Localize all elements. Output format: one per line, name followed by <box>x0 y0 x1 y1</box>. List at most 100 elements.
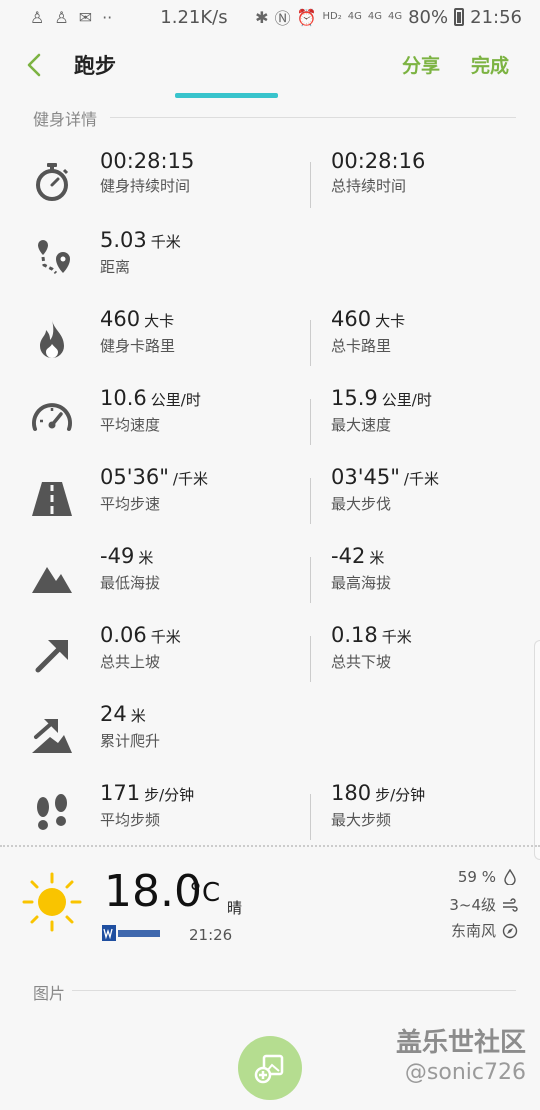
metric-label: 总持续时间 <box>331 177 407 195</box>
page-title: 跑步 <box>74 54 116 78</box>
road-icon <box>32 482 72 516</box>
metric-value: 03'45" <box>331 465 400 489</box>
metric-label: 累计爬升 <box>100 732 161 750</box>
metric-row-pace: 05'36"/千米 平均步速 03'45"/千米 最大步伐 <box>0 464 540 543</box>
wind-level-value: 3~4级 <box>449 896 496 914</box>
nfc-icon: Ⓝ <box>274 9 291 28</box>
column-divider <box>310 399 311 445</box>
metric-value: 15.9 <box>331 386 378 410</box>
metric-row-distance: 5.03 千米 距离 <box>0 227 540 306</box>
app-bar: 跑步 分享 完成 <box>0 34 540 96</box>
metric-label: 最大速度 <box>331 416 392 434</box>
metric-unit: 千米 <box>150 628 181 646</box>
running-notification-icon: ♙ <box>30 7 45 27</box>
metric-value: 460 <box>100 307 141 331</box>
network-type-1: 4G <box>347 11 362 22</box>
metric-row-calories: 460 大卡 健身卡路里 460 大卡 总卡路里 <box>0 306 540 385</box>
metric-label: 总共上坡 <box>100 653 161 671</box>
back-arrow-icon[interactable] <box>22 52 48 78</box>
metric-unit: 公里/时 <box>150 391 201 409</box>
metric-value: 05'36" <box>100 465 169 489</box>
metric-label: 平均步频 <box>100 811 161 829</box>
metric-label: 平均步速 <box>100 495 161 513</box>
section-divider <box>110 117 516 118</box>
droplet-icon <box>504 869 516 885</box>
metric-value: 460 <box>331 307 372 331</box>
section-title-pictures: 图片 <box>33 984 66 1003</box>
metric-unit: 千米 <box>381 628 412 646</box>
metric-value: 5.03 <box>100 228 147 252</box>
column-divider <box>310 636 311 682</box>
section-divider <box>72 990 516 991</box>
wind-direction-value: 东南风 <box>450 922 496 940</box>
climb-icon <box>32 719 72 753</box>
metric-label: 平均速度 <box>100 416 161 434</box>
share-button[interactable]: 分享 <box>402 51 440 78</box>
column-divider <box>310 478 311 524</box>
tab-indicator <box>175 93 278 98</box>
metric-value: -42 <box>331 544 366 568</box>
metric-label: 健身卡路里 <box>100 337 176 355</box>
more-notifications-icon: ·· <box>102 7 113 27</box>
metric-label: 最大步伐 <box>331 495 392 513</box>
metric-row-altitude: -49 米 最低海拔 -42 米 最高海拔 <box>0 543 540 622</box>
weathernews-logo <box>102 925 160 941</box>
speedometer-icon <box>32 403 72 431</box>
wind-icon <box>503 897 518 912</box>
metric-unit: 大卡 <box>144 312 175 330</box>
metric-unit: 米 <box>138 549 154 567</box>
status-bar: ♙ ♙ ✉ ·· 1.21K/s ✱ Ⓝ ⏰ HD₂ 4G 4G 4G 80% … <box>0 0 540 34</box>
metric-row-speed: 10.6 公里/时 平均速度 15.9 公里/时 最大速度 <box>0 385 540 464</box>
metric-label: 最高海拔 <box>331 574 392 592</box>
done-button[interactable]: 完成 <box>471 51 509 78</box>
metric-unit: 步/分钟 <box>144 786 195 804</box>
footprints-icon <box>37 794 67 830</box>
bluetooth-icon: ✱ <box>255 7 269 27</box>
column-divider <box>310 162 311 208</box>
network-type-2: 4G <box>367 11 382 22</box>
running-notification-icon-2: ♙ <box>54 7 69 27</box>
battery-icon <box>454 8 465 26</box>
distance-icon <box>38 240 70 275</box>
wechat-icon: ✉ <box>78 7 93 27</box>
metric-label: 健身持续时间 <box>100 177 191 195</box>
metric-value: -49 <box>100 544 135 568</box>
metric-row-duration: 00:28:15 健身持续时间 00:28:16 总持续时间 <box>0 148 540 227</box>
column-divider <box>310 320 311 366</box>
weather-card: 18.0 °C 晴 21:26 59 % 3~4级 东南风 <box>0 848 540 958</box>
weather-divider <box>0 845 540 847</box>
watermark-title: 盖乐世社区 <box>395 1028 526 1058</box>
humidity-value: 59 % <box>457 868 496 886</box>
mountain-icon <box>32 567 72 593</box>
column-divider <box>310 557 311 603</box>
metric-unit: /千米 <box>403 470 439 488</box>
metric-unit: 米 <box>130 707 146 725</box>
metric-label: 总共下坡 <box>331 653 392 671</box>
metric-unit: /千米 <box>172 470 208 488</box>
metric-unit: 步/分钟 <box>375 786 426 804</box>
network-speed: 1.21K/s <box>160 6 228 28</box>
section-title-fitness-details: 健身详情 <box>33 110 98 129</box>
metric-value: 10.6 <box>100 386 147 410</box>
arrow-up-right-icon <box>35 640 68 673</box>
metric-value: 00:28:16 <box>331 149 426 173</box>
compass-icon <box>502 923 518 938</box>
metric-unit: 公里/时 <box>381 391 432 409</box>
column-divider <box>310 794 311 840</box>
metric-value: 24 <box>100 702 127 726</box>
temperature-value: 18.0 <box>104 866 202 917</box>
sun-icon <box>22 872 82 932</box>
metric-row-climb: 24 米 累计爬升 <box>0 701 540 780</box>
watermark-user: @sonic726 <box>404 1060 526 1085</box>
weather-time: 21:26 <box>189 926 233 944</box>
metric-value: 0.18 <box>331 623 378 647</box>
metric-value: 171 <box>100 781 141 805</box>
network-type-3: 4G <box>387 11 403 22</box>
battery-percent: 80% <box>408 6 449 28</box>
add-picture-button[interactable] <box>238 1036 302 1100</box>
wind-direction: 东南风 <box>451 920 518 941</box>
metric-value: 180 <box>331 781 372 805</box>
hd-voice-indicator: HD₂ <box>322 11 342 22</box>
add-image-icon <box>254 1054 284 1084</box>
scroll-handle[interactable] <box>534 640 540 860</box>
